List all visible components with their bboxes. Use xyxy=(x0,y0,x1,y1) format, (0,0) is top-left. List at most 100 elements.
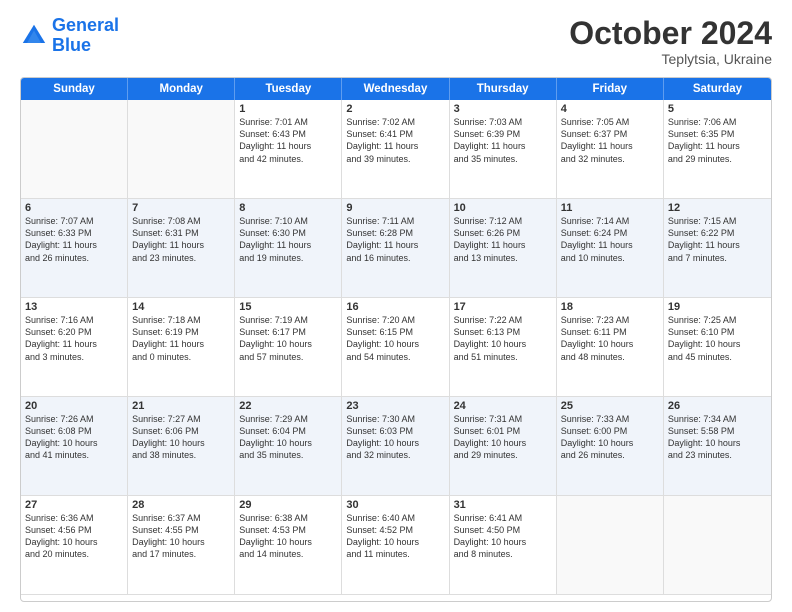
calendar-cell: 22Sunrise: 7:29 AMSunset: 6:04 PMDayligh… xyxy=(235,397,342,496)
calendar-cell: 16Sunrise: 7:20 AMSunset: 6:15 PMDayligh… xyxy=(342,298,449,397)
day-number: 9 xyxy=(346,202,444,214)
day-number: 8 xyxy=(239,202,337,214)
logo-icon xyxy=(20,22,48,50)
cell-info-line: and 20 minutes. xyxy=(25,548,123,560)
location: Teplytsia, Ukraine xyxy=(569,51,772,67)
cell-info-line: Daylight: 11 hours xyxy=(132,338,230,350)
day-number: 14 xyxy=(132,301,230,313)
calendar-cell: 27Sunrise: 6:36 AMSunset: 4:56 PMDayligh… xyxy=(21,496,128,595)
day-number: 11 xyxy=(561,202,659,214)
cell-info-line: Sunset: 6:06 PM xyxy=(132,425,230,437)
cell-info-line: Sunset: 6:31 PM xyxy=(132,227,230,239)
cell-info-line: Sunset: 6:26 PM xyxy=(454,227,552,239)
cell-info-line: Daylight: 11 hours xyxy=(239,140,337,152)
calendar-cell: 7Sunrise: 7:08 AMSunset: 6:31 PMDaylight… xyxy=(128,199,235,298)
day-number: 24 xyxy=(454,400,552,412)
cell-info-line: Daylight: 10 hours xyxy=(346,536,444,548)
calendar-cell: 12Sunrise: 7:15 AMSunset: 6:22 PMDayligh… xyxy=(664,199,771,298)
calendar-cell xyxy=(664,496,771,595)
header-wednesday: Wednesday xyxy=(342,78,449,100)
calendar-cell: 13Sunrise: 7:16 AMSunset: 6:20 PMDayligh… xyxy=(21,298,128,397)
cell-info-line: Daylight: 10 hours xyxy=(668,338,767,350)
cell-info-line: Sunrise: 7:10 AM xyxy=(239,215,337,227)
cell-info-line: Daylight: 10 hours xyxy=(561,338,659,350)
logo-line2: Blue xyxy=(52,35,91,55)
day-number: 5 xyxy=(668,103,767,115)
cell-info-line: Sunrise: 7:31 AM xyxy=(454,413,552,425)
calendar-cell: 24Sunrise: 7:31 AMSunset: 6:01 PMDayligh… xyxy=(450,397,557,496)
cell-info-line: and 54 minutes. xyxy=(346,351,444,363)
cell-info-line: Daylight: 11 hours xyxy=(454,239,552,251)
day-number: 30 xyxy=(346,499,444,511)
cell-info-line: and 41 minutes. xyxy=(25,449,123,461)
cell-info-line: Daylight: 11 hours xyxy=(561,140,659,152)
header-thursday: Thursday xyxy=(450,78,557,100)
cell-info-line: and 7 minutes. xyxy=(668,252,767,264)
cell-info-line: Sunset: 6:43 PM xyxy=(239,128,337,140)
cell-info-line: Sunset: 5:58 PM xyxy=(668,425,767,437)
calendar-cell: 2Sunrise: 7:02 AMSunset: 6:41 PMDaylight… xyxy=(342,100,449,199)
calendar-cell: 25Sunrise: 7:33 AMSunset: 6:00 PMDayligh… xyxy=(557,397,664,496)
cell-info-line: Daylight: 10 hours xyxy=(346,338,444,350)
cell-info-line: Sunrise: 6:41 AM xyxy=(454,512,552,524)
cell-info-line: Sunrise: 7:30 AM xyxy=(346,413,444,425)
page: General Blue October 2024 Teplytsia, Ukr… xyxy=(0,0,792,612)
cell-info-line: and 51 minutes. xyxy=(454,351,552,363)
calendar-cell: 3Sunrise: 7:03 AMSunset: 6:39 PMDaylight… xyxy=(450,100,557,199)
cell-info-line: and 19 minutes. xyxy=(239,252,337,264)
cell-info-line: and 10 minutes. xyxy=(561,252,659,264)
day-number: 22 xyxy=(239,400,337,412)
header: General Blue October 2024 Teplytsia, Ukr… xyxy=(20,16,772,67)
calendar-cell: 11Sunrise: 7:14 AMSunset: 6:24 PMDayligh… xyxy=(557,199,664,298)
cell-info-line: and 39 minutes. xyxy=(346,153,444,165)
cell-info-line: Sunset: 6:35 PM xyxy=(668,128,767,140)
cell-info-line: Daylight: 10 hours xyxy=(25,437,123,449)
cell-info-line: Sunset: 6:04 PM xyxy=(239,425,337,437)
header-saturday: Saturday xyxy=(664,78,771,100)
day-number: 16 xyxy=(346,301,444,313)
cell-info-line: and 26 minutes. xyxy=(25,252,123,264)
calendar-cell: 1Sunrise: 7:01 AMSunset: 6:43 PMDaylight… xyxy=(235,100,342,199)
calendar-cell: 10Sunrise: 7:12 AMSunset: 6:26 PMDayligh… xyxy=(450,199,557,298)
cell-info-line: Sunrise: 7:27 AM xyxy=(132,413,230,425)
cell-info-line: Sunset: 6:30 PM xyxy=(239,227,337,239)
cell-info-line: and 29 minutes. xyxy=(454,449,552,461)
calendar-cell: 4Sunrise: 7:05 AMSunset: 6:37 PMDaylight… xyxy=(557,100,664,199)
cell-info-line: Daylight: 11 hours xyxy=(668,140,767,152)
cell-info-line: Sunset: 6:28 PM xyxy=(346,227,444,239)
month-title: October 2024 xyxy=(569,16,772,51)
cell-info-line: Sunset: 6:41 PM xyxy=(346,128,444,140)
calendar-cell: 8Sunrise: 7:10 AMSunset: 6:30 PMDaylight… xyxy=(235,199,342,298)
day-number: 7 xyxy=(132,202,230,214)
cell-info-line: Daylight: 10 hours xyxy=(454,437,552,449)
cell-info-line: and 13 minutes. xyxy=(454,252,552,264)
cell-info-line: Daylight: 10 hours xyxy=(132,437,230,449)
day-number: 6 xyxy=(25,202,123,214)
cell-info-line: and 38 minutes. xyxy=(132,449,230,461)
day-number: 12 xyxy=(668,202,767,214)
day-number: 10 xyxy=(454,202,552,214)
cell-info-line: Sunset: 6:22 PM xyxy=(668,227,767,239)
calendar-cell: 23Sunrise: 7:30 AMSunset: 6:03 PMDayligh… xyxy=(342,397,449,496)
cell-info-line: Sunrise: 7:12 AM xyxy=(454,215,552,227)
cell-info-line: Sunrise: 7:01 AM xyxy=(239,116,337,128)
cell-info-line: Daylight: 10 hours xyxy=(25,536,123,548)
calendar-cell: 9Sunrise: 7:11 AMSunset: 6:28 PMDaylight… xyxy=(342,199,449,298)
cell-info-line: and 23 minutes. xyxy=(132,252,230,264)
calendar-cell xyxy=(128,100,235,199)
title-block: October 2024 Teplytsia, Ukraine xyxy=(569,16,772,67)
day-number: 18 xyxy=(561,301,659,313)
calendar-cell: 5Sunrise: 7:06 AMSunset: 6:35 PMDaylight… xyxy=(664,100,771,199)
day-number: 27 xyxy=(25,499,123,511)
cell-info-line: and 14 minutes. xyxy=(239,548,337,560)
cell-info-line: and 0 minutes. xyxy=(132,351,230,363)
cell-info-line: Sunset: 6:33 PM xyxy=(25,227,123,239)
cell-info-line: Sunrise: 7:23 AM xyxy=(561,314,659,326)
cell-info-line: Sunset: 6:10 PM xyxy=(668,326,767,338)
cell-info-line: Sunrise: 7:07 AM xyxy=(25,215,123,227)
cell-info-line: Sunrise: 7:34 AM xyxy=(668,413,767,425)
day-number: 2 xyxy=(346,103,444,115)
day-number: 21 xyxy=(132,400,230,412)
cell-info-line: Sunrise: 7:06 AM xyxy=(668,116,767,128)
cell-info-line: Sunset: 4:53 PM xyxy=(239,524,337,536)
